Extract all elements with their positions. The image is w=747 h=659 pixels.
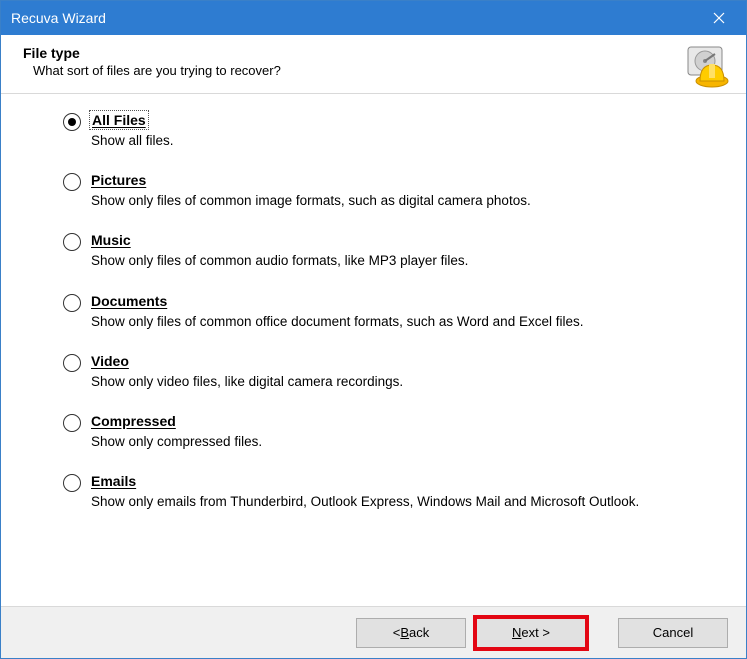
label-compressed: Compressed [91,413,176,429]
wizard-window: Recuva Wizard File type What sort of fil… [0,0,747,659]
radio-pictures[interactable] [63,173,81,191]
radio-video[interactable] [63,354,81,372]
label-music: Music [91,232,131,248]
option-documents[interactable]: Documents Show only files of common offi… [63,293,706,331]
radio-documents[interactable] [63,294,81,312]
label-video: Video [91,353,129,369]
wizard-header: File type What sort of files are you try… [1,35,746,94]
option-video[interactable]: Video Show only video files, like digita… [63,353,706,391]
options-panel: All Files Show all files. Pictures Show … [1,94,746,606]
option-pictures[interactable]: Pictures Show only files of common image… [63,172,706,210]
header-text: File type What sort of files are you try… [23,45,682,78]
option-music[interactable]: Music Show only files of common audio fo… [63,232,706,270]
label-documents: Documents [91,293,167,309]
wizard-footer: < Back Next > Cancel [1,606,746,658]
radio-all-files[interactable] [63,113,81,131]
cancel-button[interactable]: Cancel [618,618,728,648]
desc-emails: Show only emails from Thunderbird, Outlo… [91,493,706,511]
desc-video: Show only video files, like digital came… [91,373,706,391]
label-pictures: Pictures [91,172,146,188]
option-all-files[interactable]: All Files Show all files. [63,112,706,150]
wizard-icon [682,45,730,85]
option-emails[interactable]: Emails Show only emails from Thunderbird… [63,473,706,511]
option-compressed[interactable]: Compressed Show only compressed files. [63,413,706,451]
desc-documents: Show only files of common office documen… [91,313,706,331]
desc-compressed: Show only compressed files. [91,433,706,451]
titlebar: Recuva Wizard [1,1,746,35]
close-icon [713,12,725,24]
label-emails: Emails [91,473,136,489]
desc-all-files: Show all files. [91,132,706,150]
desc-pictures: Show only files of common image formats,… [91,192,706,210]
page-title: File type [23,45,682,61]
radio-music[interactable] [63,233,81,251]
next-button[interactable]: Next > [476,618,586,648]
page-subtitle: What sort of files are you trying to rec… [33,63,682,78]
radio-emails[interactable] [63,474,81,492]
desc-music: Show only files of common audio formats,… [91,252,706,270]
close-button[interactable] [696,3,742,33]
label-all-files: All Files [91,112,147,128]
radio-compressed[interactable] [63,414,81,432]
window-title: Recuva Wizard [11,10,696,26]
back-button[interactable]: < Back [356,618,466,648]
